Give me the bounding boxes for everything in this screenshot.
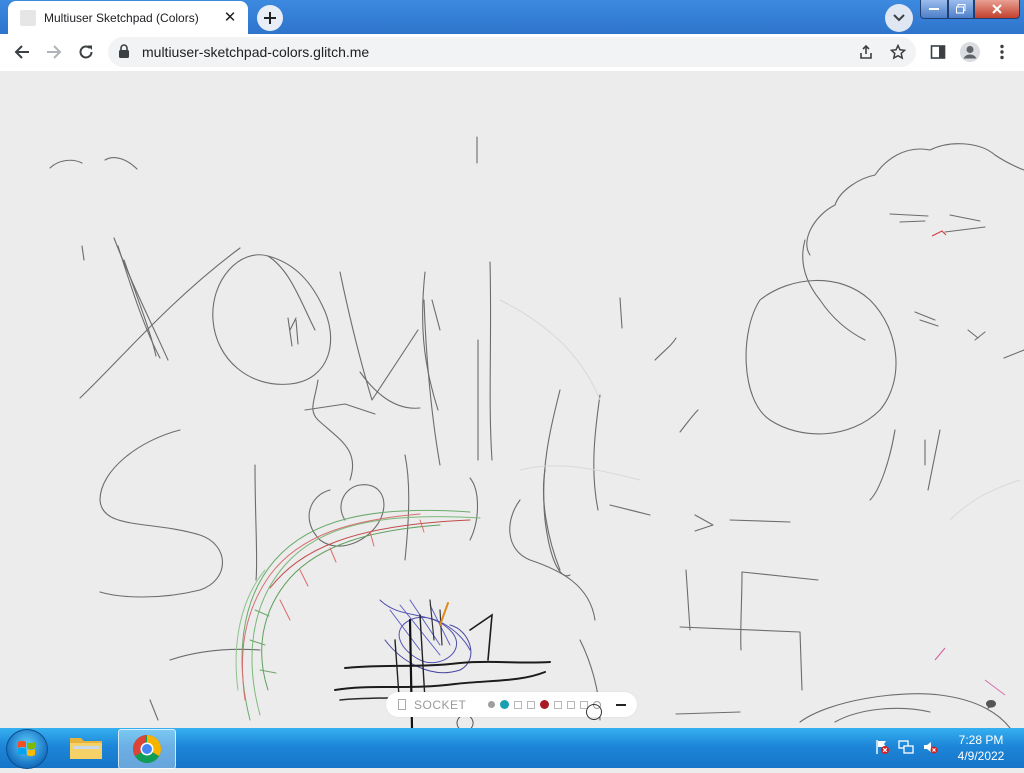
windows-logo-icon — [18, 740, 35, 757]
address-bar[interactable]: multiuser-sketchpad-colors.glitch.me — [108, 37, 916, 67]
volume-muted-icon[interactable] — [922, 739, 938, 755]
tab-sketchpad[interactable]: Multiuser Sketchpad (Colors) ✕ — [8, 1, 248, 34]
swatch-red[interactable] — [540, 700, 550, 709]
tab-title: Multiuser Sketchpad (Colors) — [44, 10, 199, 25]
sketch-canvas[interactable] — [0, 71, 1024, 728]
swatch-white-4[interactable] — [567, 700, 576, 709]
chat-icon[interactable] — [985, 699, 997, 710]
socket-status: SOCKET — [398, 698, 466, 712]
swatch-gray[interactable] — [488, 701, 496, 708]
taskbar: 7:28 PM 4/9/2022 — [0, 728, 1024, 769]
maximize-button[interactable] — [948, 0, 974, 19]
clock-date: 4/9/2022 — [957, 749, 1005, 763]
socket-icon — [398, 699, 406, 710]
taskbar-chrome[interactable] — [118, 729, 176, 769]
arrow-right-icon — [47, 45, 62, 59]
star-icon — [890, 44, 906, 60]
bookmark-button[interactable] — [888, 42, 908, 62]
lock-icon[interactable] — [118, 44, 130, 59]
action-center-flag-icon[interactable] — [874, 739, 890, 755]
share-icon — [860, 44, 872, 59]
chevron-down-icon — [893, 14, 905, 22]
restore-icon — [956, 4, 966, 14]
close-window-button[interactable] — [974, 0, 1020, 19]
favicon-icon — [20, 9, 36, 26]
swatch-white-3[interactable] — [554, 700, 563, 709]
chrome-icon — [133, 735, 161, 763]
reload-button[interactable] — [72, 38, 100, 66]
close-tab-icon[interactable]: ✕ — [222, 9, 238, 26]
back-button[interactable] — [8, 38, 36, 66]
clock-time: 7:28 PM — [958, 733, 1004, 747]
swatch-white-1[interactable] — [514, 700, 523, 709]
tab-strip: Multiuser Sketchpad (Colors) ✕ — [0, 0, 1024, 34]
kebab-menu-icon — [1000, 44, 1004, 60]
tab-search-button[interactable] — [885, 4, 913, 32]
arrow-left-icon — [14, 45, 29, 59]
swatch-teal[interactable] — [500, 700, 510, 709]
share-button[interactable] — [856, 42, 876, 62]
network-icon[interactable] — [898, 739, 914, 755]
brush-size-minus-icon[interactable] — [616, 703, 627, 706]
avatar-icon — [960, 42, 980, 62]
socket-label: SOCKET — [414, 697, 467, 712]
close-icon — [992, 4, 1002, 14]
sketch-drawing — [49, 136, 1024, 728]
menu-button[interactable] — [988, 38, 1016, 66]
start-button[interactable] — [6, 729, 48, 769]
side-panel-button[interactable] — [924, 38, 952, 66]
folder-icon — [70, 738, 102, 759]
side-panel-icon — [930, 45, 946, 59]
window-controls — [920, 0, 1020, 19]
plus-icon — [264, 12, 276, 24]
new-tab-button[interactable] — [257, 5, 283, 31]
profile-button[interactable] — [956, 38, 984, 66]
browser-toolbar: multiuser-sketchpad-colors.glitch.me — [0, 34, 1024, 72]
minimize-icon — [929, 8, 939, 10]
url-text[interactable]: multiuser-sketchpad-colors.glitch.me — [142, 44, 369, 60]
brush-cursor — [586, 704, 602, 720]
system-clock[interactable]: 7:28 PM 4/9/2022 — [948, 732, 1014, 764]
forward-button[interactable] — [40, 38, 68, 66]
swatch-white-2[interactable] — [527, 700, 536, 709]
minimize-button[interactable] — [920, 0, 948, 19]
browser-window: Multiuser Sketchpad (Colors) ✕ multiuser… — [0, 0, 1024, 728]
taskbar-explorer[interactable] — [58, 729, 114, 767]
reload-icon — [79, 45, 93, 59]
